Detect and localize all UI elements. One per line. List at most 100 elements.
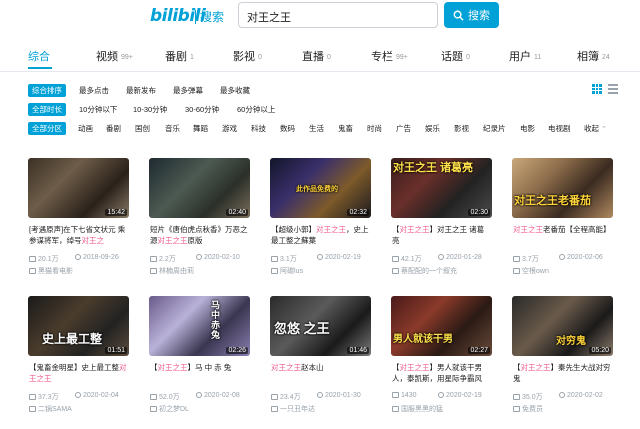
- video-card[interactable]: 忽悠 之王 01:46 对王之王赵本山 23.4万 2020-01-30 一只丑年…: [270, 296, 371, 414]
- uploader-name: 林楠周由莉: [159, 268, 194, 275]
- video-thumbnail[interactable]: 对王之王老番茄: [512, 158, 613, 218]
- video-meta: 2.2万 2020-02-10: [150, 254, 250, 264]
- video-card[interactable]: 15:42 [考遇原声]在下七省文状元 乘参谋将军，绰号对王之 20.1万 201…: [28, 158, 129, 276]
- video-thumbnail[interactable]: 15:42: [28, 158, 129, 218]
- filter-zone-item[interactable]: 国创: [135, 122, 150, 135]
- filter-sort-default[interactable]: 综合排序: [28, 84, 66, 97]
- title-highlight: 对王之王: [520, 363, 551, 372]
- filter-zone-item[interactable]: 纪录片: [483, 122, 506, 135]
- play-count-icon: [29, 256, 36, 262]
- video-thumbnail[interactable]: 男人就该干男 02:27: [391, 296, 492, 356]
- view-count: 42.1万: [401, 256, 422, 263]
- uploader-name: 一只丑年达: [280, 406, 315, 413]
- uploader-icon: [150, 268, 157, 274]
- tab-all[interactable]: 综合: [28, 48, 50, 64]
- view-count: 2.2万: [159, 256, 176, 263]
- video-card[interactable]: 对王之王 诸葛亮 02:30 【对王之王】对王之王 诸葛亮 42.1万 2020-…: [391, 158, 492, 276]
- search-input[interactable]: 对王之王: [238, 2, 438, 28]
- video-thumbnail[interactable]: 02:40: [149, 158, 250, 218]
- tab-count: 99+: [121, 54, 133, 61]
- view-count: 35.0万: [522, 394, 543, 401]
- zone-filter-row: 全部分区 动画 番剧 国创 音乐 舞蹈 游戏 科技 数码 生活 鬼畜 时尚 广告…: [28, 122, 628, 136]
- video-thumbnail[interactable]: 此作品免费的 02:32: [270, 158, 371, 218]
- filter-sort-favorites[interactable]: 最多收藏: [220, 84, 250, 97]
- filter-zone-all[interactable]: 全部分区: [28, 122, 66, 135]
- video-uploader[interactable]: 初之梦DL: [150, 404, 250, 414]
- video-title[interactable]: 【对王之王】马 中 赤 兔: [150, 362, 249, 384]
- uploader-icon: [271, 268, 278, 274]
- tab-article[interactable]: 专栏 99+: [371, 48, 408, 64]
- filter-duration-30-60[interactable]: 30-60分钟: [185, 103, 219, 116]
- video-title[interactable]: 短片《唐伯虎点秋香》万恶之源对王之王原版: [150, 224, 249, 246]
- video-title[interactable]: 对王之王赵本山: [271, 362, 370, 384]
- upload-date: 2018-09-26: [83, 254, 119, 261]
- video-thumbnail[interactable]: 对穷鬼 05:20: [512, 296, 613, 356]
- video-thumbnail[interactable]: 史上最工整 01:51: [28, 296, 129, 356]
- list-view-icon[interactable]: [608, 84, 618, 94]
- filter-sort-clicks[interactable]: 最多点击: [79, 84, 109, 97]
- video-title[interactable]: 【对王之王】男人就该干男人，泰凯斯，用星际争霸风: [392, 362, 491, 384]
- filter-duration-over60[interactable]: 60分钟以上: [237, 103, 275, 116]
- filter-duration-10-30[interactable]: 10-30分钟: [133, 103, 167, 116]
- video-card[interactable]: 02:40 短片《唐伯虎点秋香》万恶之源对王之王原版 2.2万 2020-02-1…: [149, 158, 250, 276]
- filter-zone-item[interactable]: 番剧: [106, 122, 121, 135]
- bilibili-logo[interactable]: bilibili: [150, 6, 206, 26]
- filter-zone-item[interactable]: 时尚: [367, 122, 382, 135]
- video-card[interactable]: 史上最工整 01:51 【鬼畜金明星】史上最工整对王之王 37.3万 2020-0…: [28, 296, 129, 414]
- filter-duration-under10[interactable]: 10分钟以下: [79, 103, 117, 116]
- filter-zone-item[interactable]: 电影: [520, 122, 535, 135]
- video-thumbnail[interactable]: 马中赤兔 02:26: [149, 296, 250, 356]
- video-uploader[interactable]: 黑猫看电影: [29, 266, 129, 276]
- filter-zone-item[interactable]: 生活: [309, 122, 324, 135]
- video-uploader[interactable]: 阿碳lus: [271, 266, 371, 276]
- thumbnail-overlay-text: 对王之王 诸葛亮: [393, 162, 474, 174]
- video-thumbnail[interactable]: 忽悠 之王 01:46: [270, 296, 371, 356]
- tab-label: 影视: [233, 51, 255, 63]
- filter-zone-item[interactable]: 动画: [78, 122, 93, 135]
- grid-view-icon[interactable]: [592, 84, 602, 94]
- filter-zone-item[interactable]: 鬼畜: [338, 122, 353, 135]
- filter-zone-item[interactable]: 科技: [251, 122, 266, 135]
- video-uploader[interactable]: 一只丑年达: [271, 404, 371, 414]
- video-title[interactable]: 对王之王老番茄【全程高能】: [513, 224, 612, 246]
- video-card[interactable]: 马中赤兔 02:26 【对王之王】马 中 赤 兔 52.0万 2020-02-08…: [149, 296, 250, 414]
- tab-live[interactable]: 直播 0: [302, 48, 331, 64]
- video-card[interactable]: 对王之王老番茄 对王之王老番茄【全程高能】 3.7万 2020-02-06 空根o…: [512, 158, 613, 276]
- filter-zone-item[interactable]: 舞蹈: [193, 122, 208, 135]
- tab-bangumi[interactable]: 番剧 1: [165, 48, 194, 64]
- video-uploader[interactable]: 国服黑黑的猛: [392, 404, 492, 414]
- video-title[interactable]: 【对王之王】秦先生大战对穷鬼: [513, 362, 612, 384]
- filter-sort-danmaku[interactable]: 最多弹幕: [173, 84, 203, 97]
- video-title[interactable]: 【超级小郭】对王之王，史上最工整之蘇葉: [271, 224, 370, 246]
- video-card[interactable]: 男人就该干男 02:27 【对王之王】男人就该干男人，泰凯斯，用星际争霸风 14…: [391, 296, 492, 414]
- filter-zone-item[interactable]: 数码: [280, 122, 295, 135]
- tab-topic[interactable]: 话题 0: [441, 48, 470, 64]
- search-button[interactable]: 搜索: [444, 2, 499, 28]
- video-uploader[interactable]: 林楠周由莉: [150, 266, 250, 276]
- filter-collapse-button[interactable]: 收起 ⌃: [584, 122, 607, 135]
- video-uploader[interactable]: 空根own: [513, 266, 613, 276]
- video-uploader[interactable]: 二锅SAMA: [29, 404, 129, 414]
- video-card[interactable]: 对穷鬼 05:20 【对王之王】秦先生大战对穷鬼 35.0万 2020-02-02…: [512, 296, 613, 414]
- filter-zone-item[interactable]: 娱乐: [425, 122, 440, 135]
- filter-zone-item[interactable]: 广告: [396, 122, 411, 135]
- tab-movie[interactable]: 影视 0: [233, 48, 262, 64]
- video-uploader[interactable]: 蔡配配的一个叙充: [392, 266, 492, 276]
- video-uploader[interactable]: 免费员: [513, 404, 613, 414]
- tab-user[interactable]: 用户 11: [509, 48, 541, 64]
- filter-duration-all[interactable]: 全部时长: [28, 103, 66, 116]
- play-count-icon: [513, 256, 520, 262]
- tab-album[interactable]: 相簿 24: [577, 48, 610, 64]
- view-toggle: [592, 84, 618, 94]
- video-thumbnail[interactable]: 对王之王 诸葛亮 02:30: [391, 158, 492, 218]
- video-card[interactable]: 此作品免费的 02:32 【超级小郭】对王之王，史上最工整之蘇葉 3.1万 202…: [270, 158, 371, 276]
- video-title[interactable]: 【鬼畜金明星】史上最工整对王之王: [29, 362, 128, 384]
- tab-video[interactable]: 视频 99+: [96, 48, 133, 64]
- video-title[interactable]: 【对王之王】对王之王 诸葛亮: [392, 224, 491, 246]
- filter-zone-item[interactable]: 音乐: [165, 122, 180, 135]
- filter-zone-item[interactable]: 电视剧: [548, 122, 571, 135]
- filter-sort-newest[interactable]: 最新发布: [126, 84, 156, 97]
- filter-zone-item[interactable]: 游戏: [222, 122, 237, 135]
- video-title[interactable]: [考遇原声]在下七省文状元 乘参谋将军，绰号对王之: [29, 224, 128, 246]
- filter-zone-item[interactable]: 影视: [454, 122, 469, 135]
